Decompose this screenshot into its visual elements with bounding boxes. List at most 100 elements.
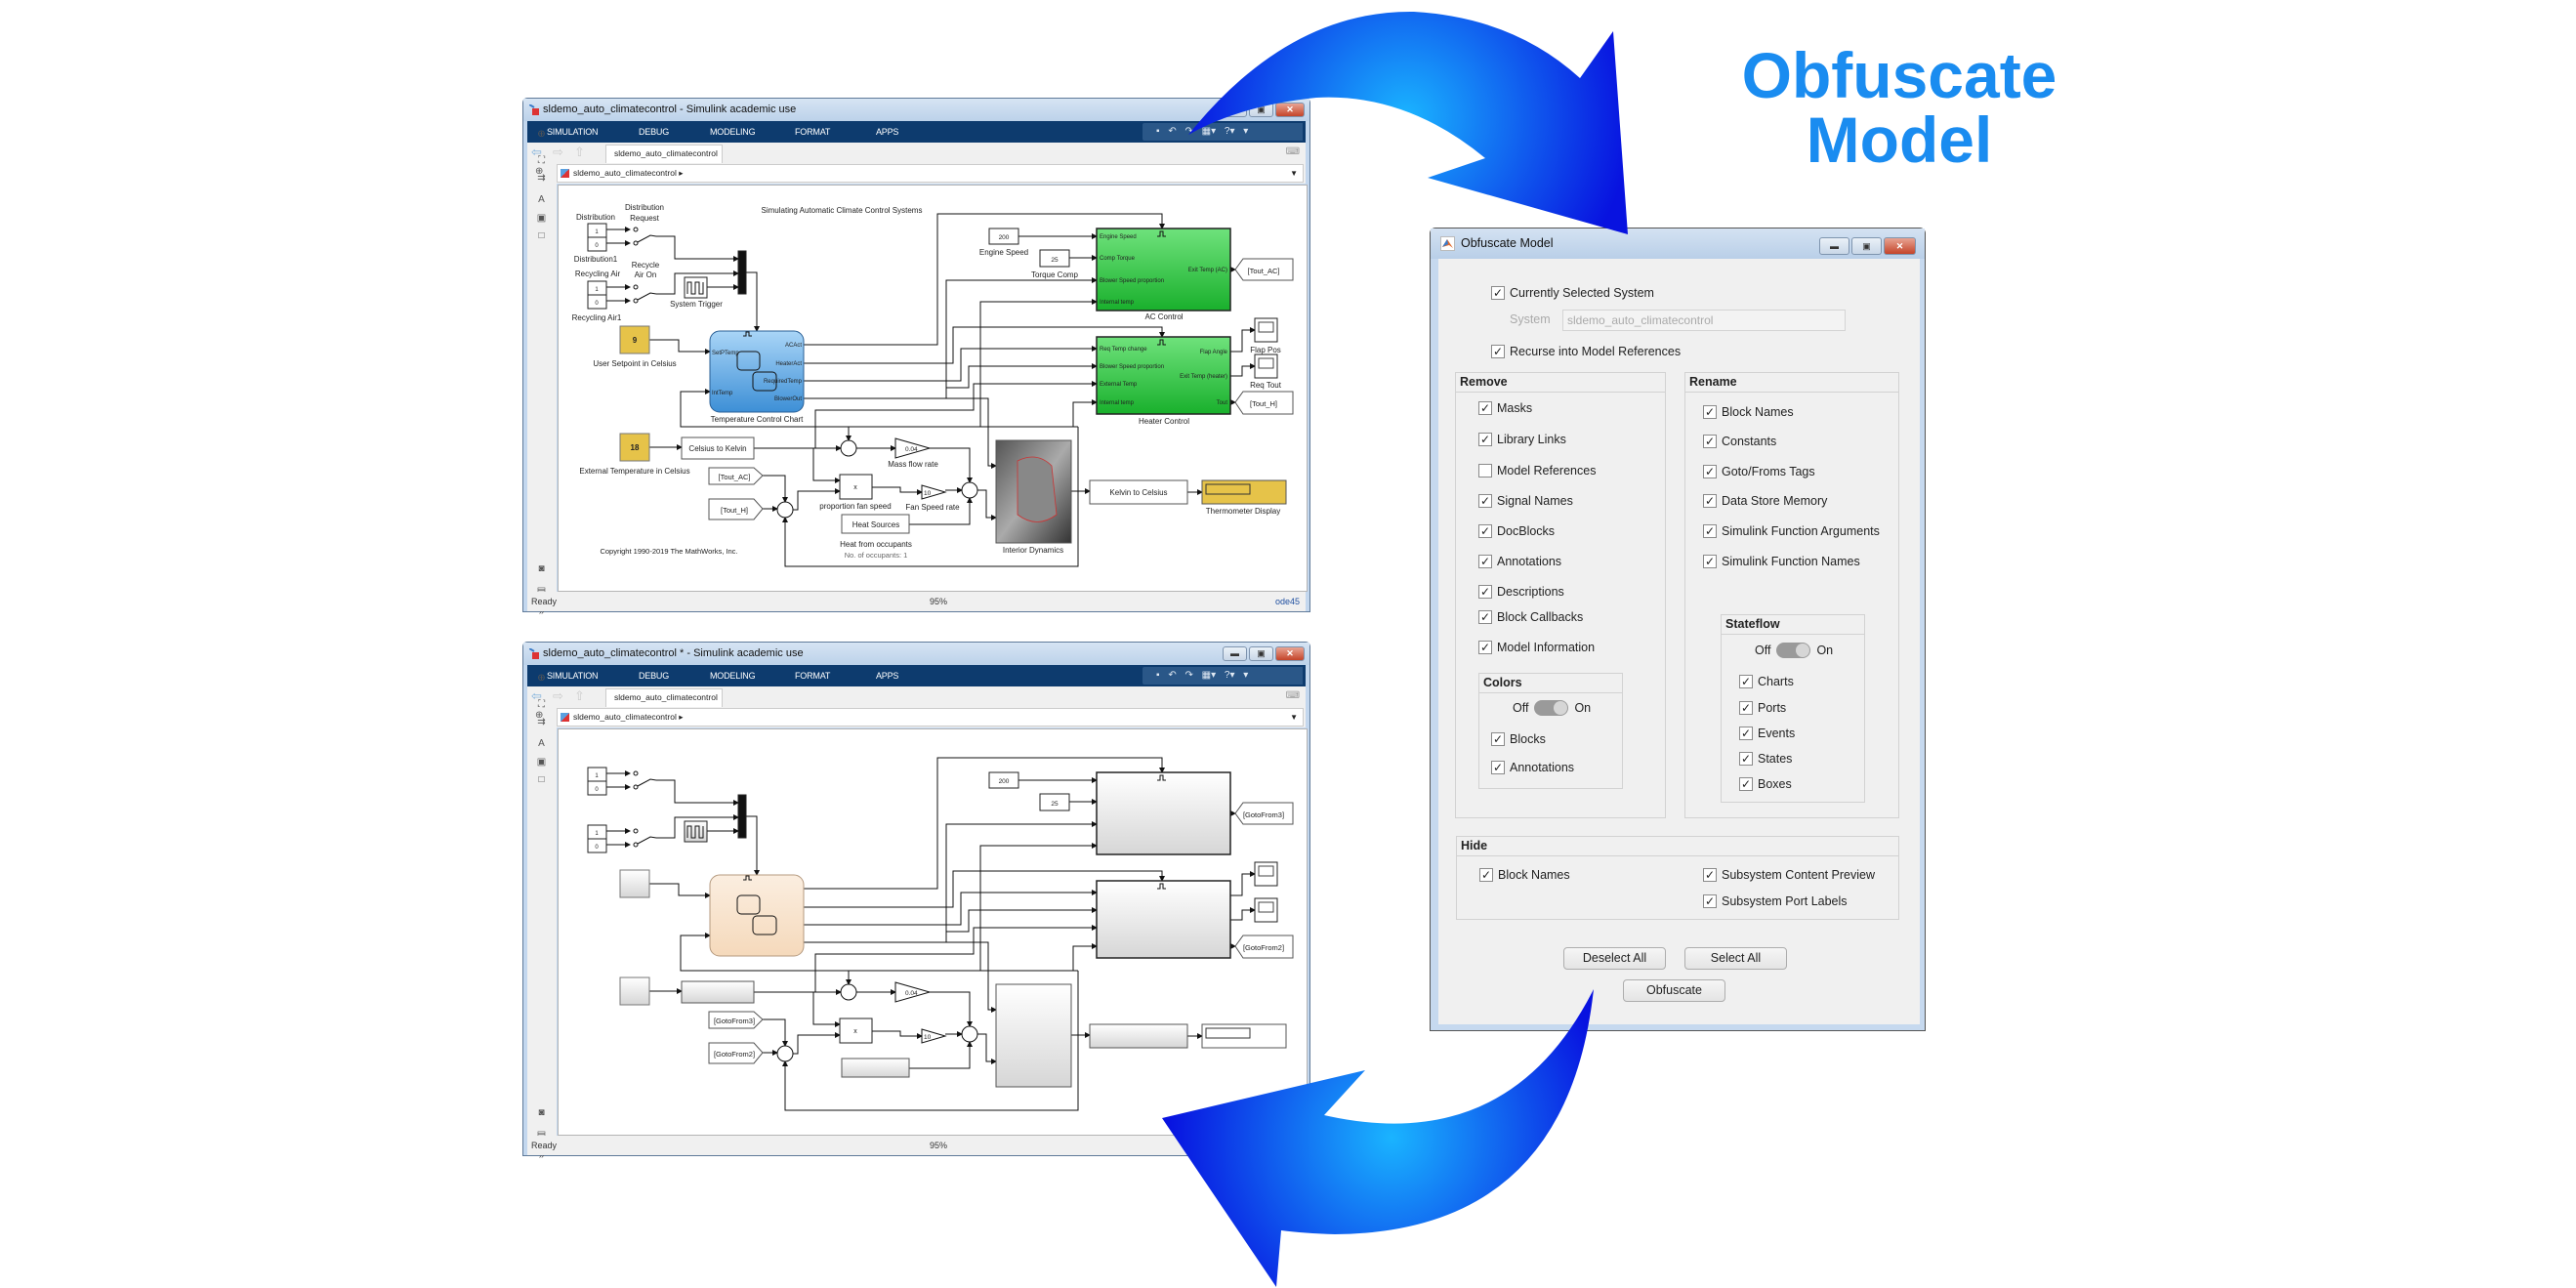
model-tab[interactable]: sldemo_auto_climatecontrol (605, 145, 723, 163)
remove-annotations-checkbox[interactable]: ✓ Annotations (1478, 554, 1561, 569)
close-button[interactable]: ✕ (1275, 646, 1305, 661)
redo-icon[interactable]: ↷ (1185, 126, 1193, 137)
checkbox[interactable]: ✓ (1491, 286, 1505, 300)
stateflow-boxes-checkbox[interactable]: ✓ Boxes (1739, 776, 1792, 792)
currently-selected-system-checkbox[interactable]: ✓ Currently Selected System (1491, 285, 1654, 301)
hide-block-names-checkbox[interactable]: ✓ Block Names (1479, 867, 1570, 883)
route-lines-icon[interactable]: ⇉ (535, 173, 548, 185)
stateflow-toggle[interactable]: Off On (1755, 643, 1833, 658)
zoom-icon[interactable]: ⊕ (535, 129, 548, 141)
annotation-icon[interactable]: A (535, 738, 548, 750)
hide-subsystem-port-labels-checkbox[interactable]: ✓ Subsystem Port Labels (1703, 893, 1848, 909)
model-canvas[interactable]: 1 0 1 0 200 25 0.04 10 x [Tout_AC] [Tout_H] [Tout_A… (558, 185, 1308, 592)
recurse-model-references-checkbox[interactable]: ✓ Recurse into Model References (1491, 344, 1681, 359)
model-canvas[interactable]: 1 0 1 0 200 25 0.04 10 x [GotoFrom3] [GotoFrom2] [G… (558, 728, 1308, 1136)
help-icon[interactable]: ?▾ (1225, 670, 1235, 681)
checkbox[interactable]: ✓ (1478, 585, 1492, 599)
up-arrow-icon[interactable]: ⇧ (574, 145, 585, 160)
up-arrow-icon[interactable]: ⇧ (574, 688, 585, 704)
image-icon[interactable]: ▣ (535, 757, 548, 769)
minimize-button[interactable]: ▬ (1819, 237, 1849, 255)
library-icon[interactable]: ▦▾ (1202, 670, 1216, 681)
checkbox[interactable]: ✓ (1478, 641, 1492, 654)
rename-simulink-function-arguments-checkbox[interactable]: ✓ Simulink Function Arguments (1703, 523, 1880, 539)
ribbon-tab-simulation[interactable]: SIMULATION (547, 671, 599, 681)
colors-annotations-checkbox[interactable]: ✓ Annotations (1491, 760, 1574, 775)
checkbox[interactable]: ✓ (1478, 401, 1492, 415)
window-title-bar[interactable]: sldemo_auto_climatecontrol - Simulink ac… (523, 99, 1309, 121)
rename-block-names-checkbox[interactable]: ✓ Block Names (1703, 404, 1794, 420)
checkbox[interactable]: ✓ (1739, 752, 1753, 766)
remove-descriptions-checkbox[interactable]: ✓ Descriptions (1478, 584, 1564, 600)
hide-subsystem-content-preview-checkbox[interactable]: ✓ Subsystem Content Preview (1703, 867, 1875, 883)
toggle-switch[interactable] (1776, 643, 1811, 658)
checkbox[interactable]: ✓ (1703, 555, 1717, 568)
maximize-button[interactable]: ▣ (1249, 103, 1273, 117)
checkbox[interactable]: ✓ (1739, 727, 1753, 740)
screenshot-icon[interactable]: ◙ (535, 563, 548, 575)
obfuscate-button[interactable]: Obfuscate (1623, 979, 1725, 1002)
forward-arrow-icon[interactable]: ⇨ (553, 145, 563, 160)
stateflow-events-checkbox[interactable]: ✓ Events (1739, 726, 1795, 741)
stateflow-states-checkbox[interactable]: ✓ States (1739, 751, 1792, 767)
select-all-button[interactable]: Select All (1684, 947, 1787, 970)
checkbox[interactable]: ✓ (1491, 761, 1505, 774)
checkbox[interactable]: ✓ (1703, 894, 1717, 908)
deselect-all-button[interactable]: Deselect All (1563, 947, 1666, 970)
ribbon-tab-debug[interactable]: DEBUG (639, 671, 669, 681)
checkbox[interactable]: ✓ (1703, 465, 1717, 478)
zoom-icon[interactable]: ⊕ (535, 673, 548, 685)
breadcrumb-dropdown-icon[interactable]: ▼ (1290, 165, 1298, 182)
keyboard-icon[interactable]: ⌨ (1286, 690, 1300, 701)
maximize-button[interactable]: ▣ (1851, 237, 1882, 255)
rename-simulink-function-names-checkbox[interactable]: ✓ Simulink Function Names (1703, 554, 1860, 569)
ribbon-tab-debug[interactable]: DEBUG (639, 127, 669, 137)
collapse-icon[interactable]: ▾ (1243, 670, 1248, 681)
remove-library-links-checkbox[interactable]: ✓ Library Links (1478, 432, 1566, 447)
stateflow-charts-checkbox[interactable]: ✓ Charts (1739, 674, 1794, 689)
remove-masks-checkbox[interactable]: ✓ Masks (1478, 400, 1532, 416)
breadcrumb-model[interactable]: sldemo_auto_climatecontrol (573, 712, 677, 722)
remove-signal-names-checkbox[interactable]: ✓ Signal Names (1478, 493, 1573, 509)
save-icon[interactable]: ▪ (1156, 126, 1160, 137)
colors-toggle[interactable]: Off On (1513, 700, 1591, 716)
annotation-icon[interactable]: A (535, 194, 548, 206)
remove-docblocks-checkbox[interactable]: ✓ DocBlocks (1478, 523, 1555, 539)
checkbox[interactable]: ✓ (1739, 777, 1753, 791)
model-tab[interactable]: sldemo_auto_climatecontrol (605, 688, 723, 707)
help-icon[interactable]: ?▾ (1225, 126, 1235, 137)
breadcrumb[interactable]: sldemo_auto_climatecontrol ▸ ▼ (557, 708, 1304, 727)
checkbox[interactable]: ✓ (1491, 345, 1505, 358)
collapse-icon[interactable]: ▾ (1243, 126, 1248, 137)
save-icon[interactable]: ▪ (1156, 670, 1160, 681)
ribbon-tab-modeling[interactable]: MODELING (710, 127, 756, 137)
rename-constants-checkbox[interactable]: ✓ Constants (1703, 434, 1776, 449)
checkbox[interactable]: ✓ (1478, 524, 1492, 538)
ribbon-tab-format[interactable]: FORMAT (795, 671, 830, 681)
checkbox[interactable]: ✓ (1479, 868, 1493, 882)
checkbox[interactable]: ✓ (1703, 405, 1717, 419)
fit-view-icon[interactable]: ⛶ (535, 699, 548, 711)
colors-blocks-checkbox[interactable]: ✓ Blocks (1491, 731, 1546, 747)
keyboard-icon[interactable]: ⌨ (1286, 146, 1300, 157)
undo-icon[interactable]: ↶ (1168, 670, 1176, 681)
ribbon-tab-apps[interactable]: APPS (876, 671, 898, 681)
remove-model-references-checkbox[interactable]: Model References (1478, 463, 1596, 478)
checkbox[interactable]: ✓ (1478, 494, 1492, 508)
remove-model-information-checkbox[interactable]: ✓ Model Information (1478, 640, 1595, 655)
checkbox[interactable]: ✓ (1703, 435, 1717, 448)
checkbox[interactable]: ✓ (1478, 433, 1492, 446)
breadcrumb-model[interactable]: sldemo_auto_climatecontrol (573, 168, 677, 178)
dialog-title-bar[interactable]: Obfuscate Model ▬ ▣ ✕ (1431, 229, 1925, 259)
checkbox[interactable]: ✓ (1703, 524, 1717, 538)
rename-goto-froms-tags-checkbox[interactable]: ✓ Goto/Froms Tags (1703, 464, 1815, 479)
image-icon[interactable]: ▣ (535, 213, 548, 225)
toggle-switch[interactable] (1534, 700, 1569, 716)
ribbon-tab-format[interactable]: FORMAT (795, 127, 830, 137)
checkbox[interactable]: ✓ (1703, 868, 1717, 882)
minimize-button[interactable]: ▬ (1223, 103, 1247, 117)
checkbox[interactable]: ✓ (1739, 675, 1753, 688)
screenshot-icon[interactable]: ◙ (535, 1107, 548, 1119)
checkbox[interactable]: ✓ (1478, 610, 1492, 624)
breadcrumb[interactable]: sldemo_auto_climatecontrol ▸ ▼ (557, 164, 1304, 183)
